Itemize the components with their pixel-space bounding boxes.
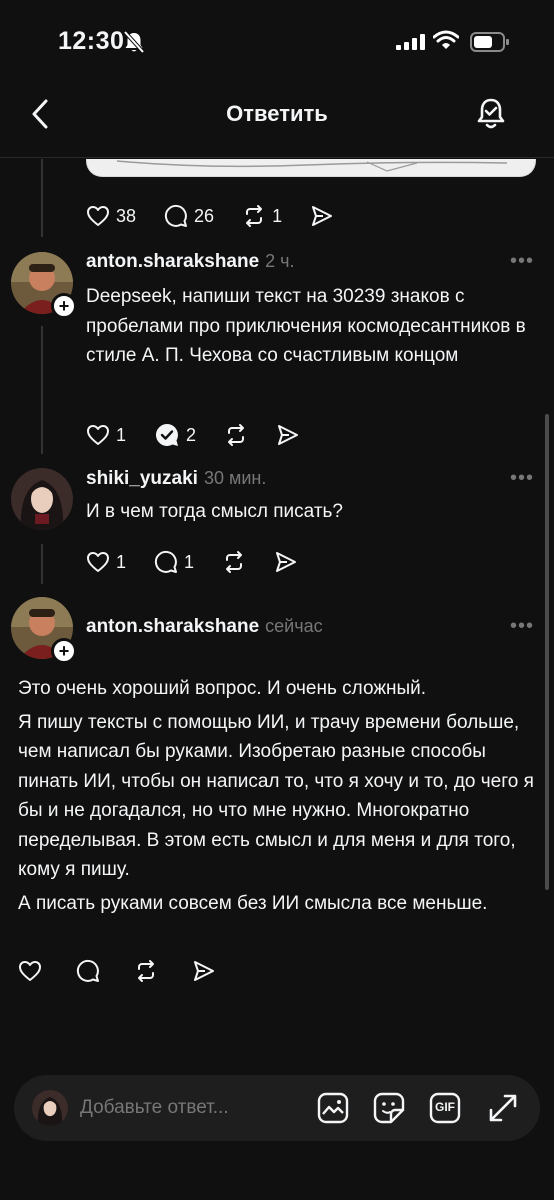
gif-button[interactable]: GIF — [428, 1091, 462, 1125]
repost-button[interactable] — [222, 550, 246, 574]
status-bar: 12:30 — [0, 0, 554, 84]
avatar[interactable] — [11, 468, 73, 530]
thread-line — [41, 326, 43, 454]
reply-button[interactable]: 26 — [164, 204, 214, 228]
like-button[interactable]: 38 — [86, 204, 136, 228]
share-icon — [278, 425, 299, 445]
like-count: 38 — [116, 205, 137, 226]
share-button[interactable] — [310, 204, 334, 228]
repost-icon — [228, 424, 245, 446]
repost-icon — [246, 205, 263, 227]
wifi-icon — [433, 30, 459, 49]
reply-count: 2 — [186, 424, 197, 445]
post-image[interactable] — [86, 159, 536, 177]
repost-button[interactable]: 1 — [242, 204, 282, 228]
attach-image-button[interactable] — [316, 1091, 350, 1125]
post-text: Это очень хороший вопрос. И очень сложны… — [18, 674, 538, 918]
sticker-icon — [373, 1092, 405, 1124]
follow-plus-button[interactable]: + — [51, 293, 77, 319]
reply-input[interactable] — [80, 1093, 260, 1123]
thread-line — [41, 159, 43, 237]
repost-count: 1 — [272, 205, 283, 226]
post-text: И в чем тогда смысл писать? — [86, 501, 343, 522]
comment-checked-icon — [155, 423, 179, 446]
post-header: anton.sharakshane сейчас — [86, 616, 323, 638]
top-nav-bar: Ответить — [0, 84, 554, 158]
like-button[interactable] — [18, 959, 42, 983]
comment-icon — [164, 204, 188, 227]
more-options-button[interactable]: ••• — [510, 615, 534, 638]
heart-icon — [87, 206, 109, 226]
post-paragraph: А писать руками совсем без ИИ смысла все… — [18, 892, 488, 914]
reply-count: 26 — [194, 205, 215, 226]
repost-button[interactable] — [134, 959, 158, 983]
heart-icon — [87, 552, 109, 572]
follow-plus-button[interactable]: + — [51, 638, 77, 664]
battery-icon — [470, 32, 509, 52]
repost-icon — [138, 960, 154, 982]
like-count: 1 — [116, 424, 127, 445]
bell-slash-icon — [123, 30, 145, 54]
scrollbar[interactable] — [545, 414, 549, 890]
heart-icon — [19, 961, 41, 981]
like-button[interactable]: 1 — [86, 423, 126, 447]
post-time: сейчас — [265, 616, 323, 636]
comment-icon — [76, 959, 99, 982]
share-button[interactable] — [276, 423, 300, 447]
like-count: 1 — [116, 551, 127, 572]
reply-button[interactable] — [76, 959, 100, 983]
expand-composer-button[interactable] — [486, 1091, 520, 1125]
share-icon — [194, 961, 214, 981]
post-header: shiki_yuzaki 30 мин. — [86, 468, 266, 490]
reply-button[interactable]: 1 — [154, 550, 194, 574]
image-icon — [317, 1092, 349, 1124]
post-time: 30 мин. — [203, 468, 267, 488]
image-sketch — [116, 160, 508, 172]
username-link[interactable]: anton.sharakshane — [86, 616, 259, 637]
post-paragraph: Я пишу тексты с помощью ИИ, и трачу врем… — [18, 711, 534, 881]
post-header: anton.sharakshane 2 ч. — [86, 251, 295, 273]
thread-line — [41, 544, 43, 584]
post-actions — [18, 959, 244, 983]
comment-icon — [154, 550, 178, 573]
post-actions: 1 2 — [86, 422, 328, 448]
signal-icon — [396, 34, 425, 50]
like-button[interactable]: 1 — [86, 550, 126, 574]
reply-composer: GIF — [14, 1075, 540, 1141]
repost-icon — [226, 551, 243, 573]
share-icon — [312, 206, 333, 226]
reply-count: 1 — [184, 551, 195, 572]
expand-icon — [489, 1094, 517, 1122]
post-time: 2 ч. — [265, 251, 295, 271]
notification-bell-icon[interactable] — [474, 96, 508, 132]
heart-icon — [87, 425, 109, 445]
page-title: Ответить — [226, 101, 328, 126]
gif-label: GIF — [435, 1100, 455, 1114]
post-actions: 1 1 — [86, 550, 326, 574]
status-time: 12:30 — [58, 27, 125, 55]
share-button[interactable] — [192, 959, 216, 983]
post-text: Deepseek, напиши текст на 30239 знаков с… — [86, 286, 526, 366]
avatar — [32, 1090, 68, 1126]
username-link[interactable]: anton.sharakshane — [86, 251, 259, 272]
username-link[interactable]: shiki_yuzaki — [86, 468, 198, 489]
repost-button[interactable] — [224, 423, 248, 447]
post-actions: 38 26 1 — [86, 204, 362, 228]
post-paragraph: Это очень хороший вопрос. И очень сложны… — [18, 678, 427, 699]
sticker-button[interactable] — [372, 1091, 406, 1125]
reply-button[interactable]: 2 — [154, 422, 196, 448]
share-button[interactable] — [274, 550, 298, 574]
share-icon — [276, 552, 297, 572]
more-options-button[interactable]: ••• — [510, 467, 534, 490]
more-options-button[interactable]: ••• — [510, 250, 534, 273]
